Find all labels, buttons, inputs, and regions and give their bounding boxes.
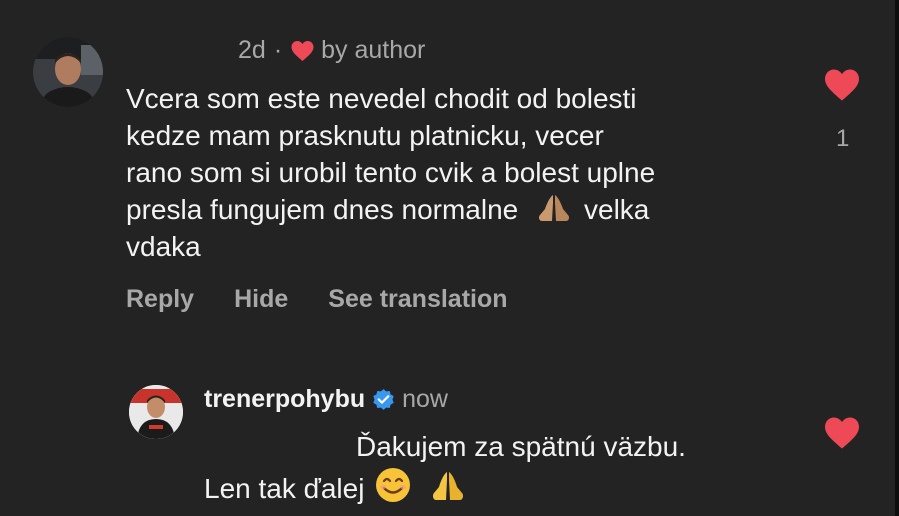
comment-time: 2d bbox=[238, 36, 266, 64]
reply-author-avatar[interactable] bbox=[129, 385, 183, 439]
commenter-avatar[interactable] bbox=[33, 37, 103, 107]
like-heart-icon[interactable] bbox=[823, 416, 861, 450]
reply-username[interactable]: trenerpohybu bbox=[204, 385, 365, 414]
meta-separator: · bbox=[273, 36, 283, 64]
liked-by-author-label: by author bbox=[321, 36, 426, 64]
comment-line: vdaka bbox=[126, 231, 201, 262]
folded-hands-emoji-icon bbox=[432, 472, 464, 500]
reply-button[interactable]: Reply bbox=[126, 285, 194, 314]
folded-hands-emoji-icon bbox=[538, 195, 570, 221]
like-count[interactable]: 1 bbox=[836, 125, 849, 153]
smiling-face-emoji-icon bbox=[376, 468, 411, 502]
like-heart-icon[interactable] bbox=[823, 68, 861, 102]
reply-text: Ďakujem za spätnú väzbu. Len tak ďalej bbox=[204, 428, 686, 508]
window-edge bbox=[895, 0, 899, 516]
comment-text: Vcera som este nevedel chodit od bolesti… bbox=[126, 80, 786, 265]
heart-icon bbox=[291, 40, 314, 61]
comment-line: rano som si urobil tento cvik a bolest u… bbox=[126, 157, 656, 188]
comment-line-text: velka bbox=[584, 194, 650, 225]
verified-badge-icon bbox=[373, 389, 394, 410]
comment-line: Vcera som este nevedel chodit od bolesti bbox=[126, 83, 637, 114]
reply-meta: trenerpohybu now bbox=[204, 385, 448, 414]
hide-button[interactable]: Hide bbox=[234, 285, 288, 314]
comment-line-text: presla fungujem dnes normalne bbox=[126, 194, 519, 225]
comment-actions: Reply Hide See translation bbox=[126, 285, 508, 314]
comment-line: presla fungujem dnes normalne velka bbox=[126, 191, 786, 228]
reply-line: Len tak ďalej bbox=[204, 466, 686, 508]
reply-line: Ďakujem za spätnú väzbu. bbox=[356, 431, 686, 462]
reply-line-text: Len tak ďalej bbox=[204, 473, 365, 504]
comment-meta: 2d · by author bbox=[238, 36, 425, 65]
comment-line: kedze mam prasknutu platnicku, vecer bbox=[126, 120, 604, 151]
see-translation-button[interactable]: See translation bbox=[328, 285, 507, 314]
reply-time: now bbox=[402, 385, 448, 413]
